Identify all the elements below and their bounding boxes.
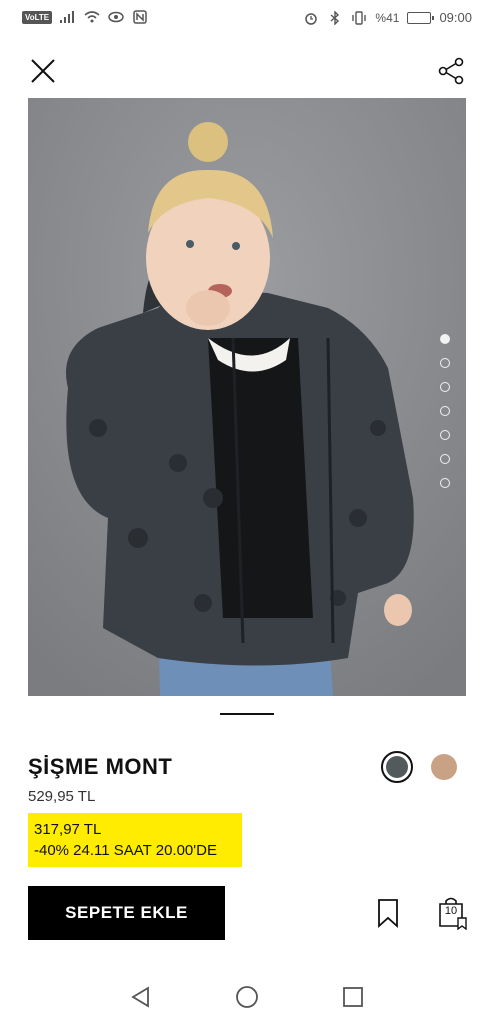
alarm-icon bbox=[303, 11, 319, 25]
eye-icon bbox=[108, 10, 124, 24]
product-title: ŞİŞME MONT bbox=[28, 754, 173, 779]
color-swatch-fill bbox=[386, 756, 408, 778]
product-photo bbox=[28, 98, 466, 696]
recents-icon bbox=[343, 987, 363, 1007]
back-button[interactable] bbox=[128, 984, 154, 1010]
product-image[interactable] bbox=[28, 98, 466, 696]
gallery-pagination bbox=[440, 334, 450, 488]
battery-icon bbox=[407, 11, 435, 24]
image-scroll-indicator bbox=[220, 713, 274, 715]
gallery-dot[interactable] bbox=[440, 478, 450, 488]
color-swatch-selected[interactable] bbox=[381, 751, 413, 783]
volte-badge: VoLTE bbox=[22, 10, 53, 24]
gallery-dot[interactable] bbox=[440, 334, 450, 344]
gallery-dot[interactable] bbox=[440, 454, 450, 464]
top-bar bbox=[0, 50, 494, 90]
bluetooth-icon bbox=[327, 10, 343, 25]
wifi-icon bbox=[84, 10, 100, 24]
system-nav-bar bbox=[0, 970, 494, 1024]
gallery-dot[interactable] bbox=[440, 430, 450, 440]
back-icon bbox=[131, 986, 149, 1008]
promo-box: 317,97 TL -40% 24.11 SAAT 20.00'DE bbox=[28, 813, 242, 867]
gallery-dot[interactable] bbox=[440, 358, 450, 368]
gallery-dot[interactable] bbox=[440, 382, 450, 392]
share-icon bbox=[438, 57, 464, 85]
signal-icon bbox=[60, 10, 76, 24]
original-price: 529,95 TL bbox=[28, 788, 96, 805]
gallery-dot[interactable] bbox=[440, 406, 450, 416]
add-to-cart-button[interactable]: SEPETE EKLE bbox=[28, 886, 225, 940]
home-icon bbox=[236, 986, 258, 1008]
close-icon bbox=[31, 59, 55, 83]
sale-price: 317,97 TL bbox=[34, 821, 102, 838]
battery-percent: %41 bbox=[375, 10, 400, 25]
close-button[interactable] bbox=[28, 56, 58, 86]
nfc-icon bbox=[132, 10, 148, 24]
home-button[interactable] bbox=[234, 984, 260, 1010]
color-swatch-beige[interactable] bbox=[431, 754, 457, 780]
status-bar: VoLTE %41 09:00 bbox=[0, 0, 494, 36]
promo-text: -40% 24.11 SAAT 20.00'DE bbox=[34, 842, 217, 859]
bookmark-button[interactable] bbox=[376, 898, 400, 929]
bag-count: 10 bbox=[444, 905, 458, 917]
vibrate-icon bbox=[351, 10, 367, 25]
recents-button[interactable] bbox=[340, 984, 366, 1010]
clock: 09:00 bbox=[439, 10, 472, 25]
shopping-bag-button[interactable]: 10 bbox=[438, 896, 468, 931]
bookmark-icon bbox=[378, 899, 398, 929]
share-button[interactable] bbox=[436, 56, 466, 86]
